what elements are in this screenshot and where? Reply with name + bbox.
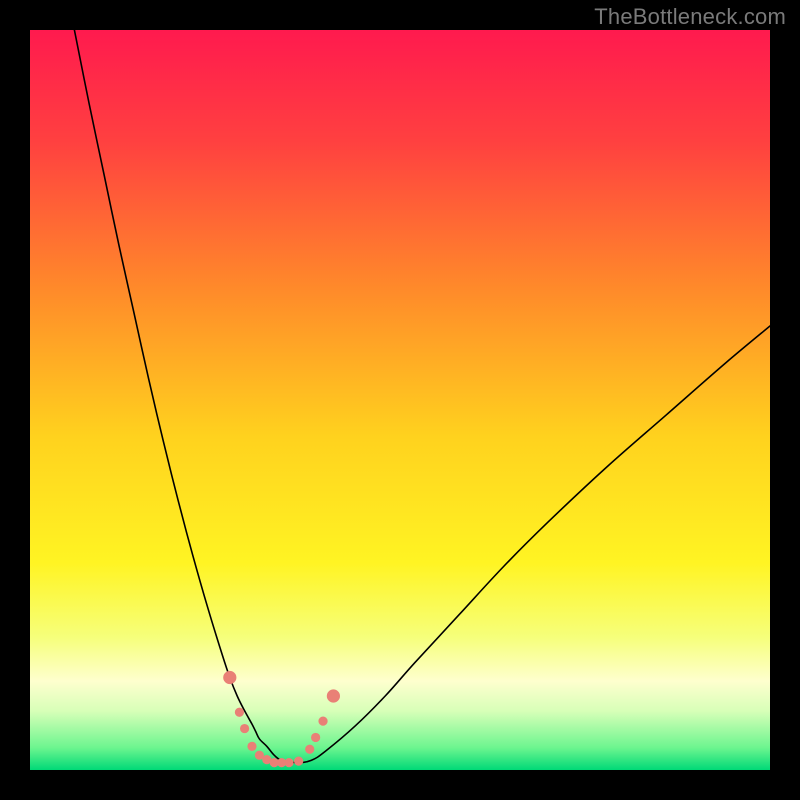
highlight-marker xyxy=(284,758,293,767)
highlight-marker xyxy=(318,717,327,726)
highlight-marker xyxy=(235,708,244,717)
highlight-marker xyxy=(305,745,314,754)
highlight-marker xyxy=(223,671,236,684)
plot-area xyxy=(30,30,770,770)
highlight-marker xyxy=(294,757,303,766)
highlight-marker xyxy=(311,733,320,742)
chart-svg xyxy=(30,30,770,770)
chart-container: TheBottleneck.com xyxy=(0,0,800,800)
gradient-background xyxy=(30,30,770,770)
highlight-marker xyxy=(247,742,256,751)
highlight-marker xyxy=(327,689,340,702)
watermark-text: TheBottleneck.com xyxy=(594,4,786,30)
highlight-marker xyxy=(240,724,249,733)
